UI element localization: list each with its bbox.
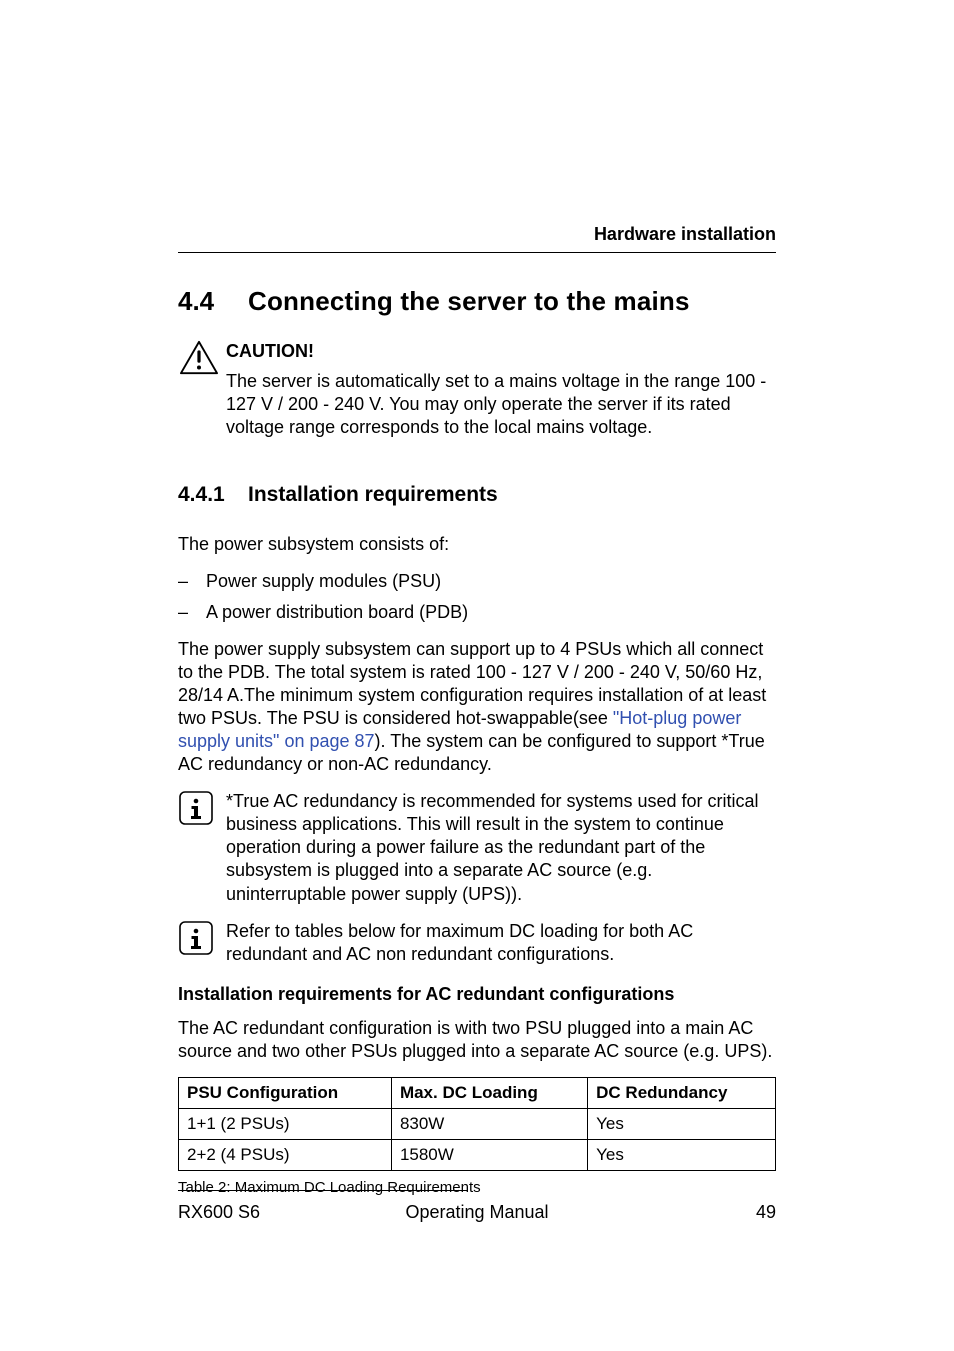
caution-block: CAUTION! The server is automatically set… [178, 339, 776, 439]
subsection-title: Installation requirements [248, 483, 498, 507]
subsection-number: 4.4.1 [178, 483, 248, 507]
footer-page-number: 49 [577, 1202, 776, 1223]
info-block: *True AC redundancy is recommended for s… [178, 790, 776, 905]
info-text: Refer to tables below for maximum DC loa… [226, 920, 776, 966]
table-header-cell: PSU Configuration [179, 1077, 392, 1108]
bullet-dash: – [178, 601, 206, 624]
section-heading: 4.4 Connecting the server to the mains [178, 286, 776, 317]
table-header-cell: Max. DC Loading [391, 1077, 587, 1108]
bullet-dash: – [178, 570, 206, 593]
info-block: Refer to tables below for maximum DC loa… [178, 920, 776, 966]
table-header-row: PSU Configuration Max. DC Loading DC Red… [179, 1077, 776, 1108]
table-cell: 2+2 (4 PSUs) [179, 1139, 392, 1170]
table-row: 2+2 (4 PSUs) 1580W Yes [179, 1139, 776, 1170]
subsection-heading: 4.4.1 Installation requirements [178, 483, 776, 507]
table-header-cell: DC Redundancy [588, 1077, 776, 1108]
list-item: – Power supply modules (PSU) [178, 570, 776, 593]
paragraph: The power supply subsystem can support u… [178, 638, 776, 776]
table-row: 1+1 (2 PSUs) 830W Yes [179, 1108, 776, 1139]
data-table: PSU Configuration Max. DC Loading DC Red… [178, 1077, 776, 1171]
sub-heading: Installation requirements for AC redunda… [178, 984, 776, 1005]
section-title: Connecting the server to the mains [248, 286, 690, 317]
table-cell: 830W [391, 1108, 587, 1139]
info-text: *True AC redundancy is recommended for s… [226, 790, 776, 905]
footer: RX600 S6 Operating Manual 49 [178, 1202, 776, 1223]
list-item: – A power distribution board (PDB) [178, 601, 776, 624]
footer-rule [178, 1190, 468, 1191]
info-icon [178, 920, 226, 966]
info-icon [178, 790, 226, 905]
list-item-text: A power distribution board (PDB) [206, 601, 468, 624]
list-item-text: Power supply modules (PSU) [206, 570, 441, 593]
header-rule [178, 252, 776, 253]
table-cell: Yes [588, 1139, 776, 1170]
bullet-list: – Power supply modules (PSU) – A power d… [178, 570, 776, 624]
footer-title: Operating Manual [377, 1202, 576, 1223]
caution-icon [178, 339, 226, 439]
table-cell: 1+1 (2 PSUs) [179, 1108, 392, 1139]
intro-paragraph: The power subsystem consists of: [178, 533, 776, 556]
paragraph: The AC redundant configuration is with t… [178, 1017, 776, 1063]
page: Hardware installation 4.4 Connecting the… [0, 0, 954, 1351]
running-head: Hardware installation [594, 224, 776, 245]
table-cell: Yes [588, 1108, 776, 1139]
table-caption: Table 2: Maximum DC Loading Requirements [178, 1179, 776, 1196]
caution-body: CAUTION! The server is automatically set… [226, 339, 776, 439]
section-number: 4.4 [178, 286, 248, 317]
caution-text: The server is automatically set to a mai… [226, 370, 776, 439]
footer-product: RX600 S6 [178, 1202, 377, 1223]
caution-title: CAUTION! [226, 341, 776, 362]
table-cell: 1580W [391, 1139, 587, 1170]
